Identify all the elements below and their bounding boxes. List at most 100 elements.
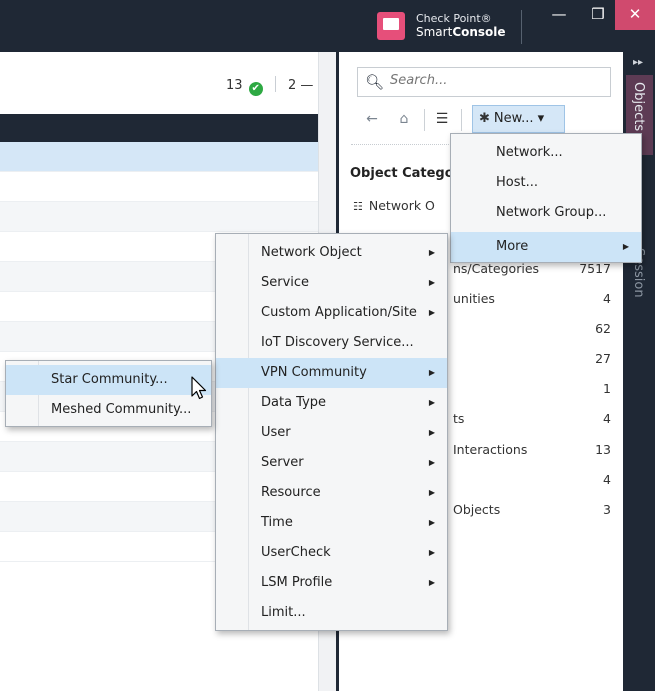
title-bar: Check Point® SmartConsole — ❒ ✕: [0, 0, 655, 52]
back-arrow-icon[interactable]: ←: [360, 106, 384, 132]
count-divider: [274, 76, 276, 92]
category-count: 4: [603, 472, 611, 487]
menu-item-label: VPN Community: [261, 365, 367, 380]
submenu-arrow-icon: ▶: [428, 398, 435, 407]
menu-item-data-type[interactable]: Data Type ▶: [216, 388, 447, 418]
new-button-label: New...: [493, 111, 534, 126]
submenu-arrow-icon: ▶: [428, 368, 435, 377]
menu-item-time[interactable]: Time ▶: [216, 508, 447, 538]
home-icon[interactable]: ⌂: [392, 106, 416, 132]
submenu-arrow-icon: ▶: [622, 242, 629, 251]
submenu-arrow-icon: ▶: [428, 578, 435, 587]
menu-item-iot-discovery[interactable]: IoT Discovery Service...: [216, 328, 447, 358]
menu-item-more[interactable]: More ▶: [451, 232, 641, 262]
menu-item-label: Service: [261, 275, 310, 290]
category-label: Network O: [368, 198, 435, 213]
table-row[interactable]: [0, 142, 318, 172]
category-label: unities: [453, 291, 495, 306]
category-count: 3: [603, 502, 611, 517]
title-divider: [521, 10, 522, 44]
submenu-arrow-icon: ▶: [428, 458, 435, 467]
submenu-arrow-icon: ▶: [428, 428, 435, 437]
brand-logo-block: Check Point® SmartConsole: [375, 10, 525, 44]
brand-product-light: Smart: [416, 25, 453, 39]
menu-item-label: More: [496, 239, 529, 254]
menu-item-label: Server: [261, 455, 304, 470]
submenu-arrow-icon: ▶: [428, 308, 435, 317]
submenu-arrow-icon: ▶: [428, 518, 435, 527]
smartconsole-logo-icon: [377, 12, 405, 40]
brand-company: Check Point®: [416, 12, 492, 25]
menu-item-label: IoT Discovery Service...: [261, 335, 414, 350]
category-label: ns/Categories: [453, 261, 540, 276]
table-row[interactable]: [0, 172, 318, 202]
new-object-button[interactable]: ✱ New... ▾: [472, 105, 565, 133]
menu-item-resource[interactable]: Resource ▶: [216, 478, 447, 508]
menu-item-label: UserCheck: [261, 545, 331, 560]
more-menu: Network Object ▶ Service ▶ Custom Applicat…: [215, 233, 448, 631]
menu-item-service[interactable]: Service ▶: [216, 268, 447, 298]
chevron-down-icon: ▾: [537, 111, 545, 126]
category-count: 7517: [579, 261, 611, 276]
restore-button[interactable]: ❒: [579, 0, 617, 30]
expand-chevron-icon[interactable]: ▸▸: [633, 57, 643, 68]
status-counts: 13 ✔ 2 —: [226, 76, 313, 96]
category-count: 1: [603, 381, 611, 396]
table-row[interactable]: [0, 202, 318, 232]
menu-item-network-object[interactable]: Network Object ▶: [216, 238, 447, 268]
menu-item-label: LSM Profile: [261, 575, 333, 590]
menu-item-lsm-profile[interactable]: LSM Profile ▶: [216, 568, 447, 598]
menu-item-usercheck[interactable]: UserCheck ▶: [216, 538, 447, 568]
submenu-arrow-icon: ▶: [428, 488, 435, 497]
search-box[interactable]: 🔍︎: [357, 67, 611, 97]
toolbar-divider: [461, 109, 462, 131]
menu-item-label: Network Object: [261, 245, 362, 260]
categories-title: Object Categor: [350, 166, 461, 181]
new-menu: Network... Host... Network Group... More…: [450, 133, 642, 263]
search-icon: 🔍︎: [365, 73, 385, 91]
submenu-arrow-icon: ▶: [428, 548, 435, 557]
menu-item-star-community[interactable]: Star Community...: [6, 365, 211, 395]
category-label: ts: [453, 411, 465, 426]
category-count: 27: [595, 351, 611, 366]
close-button[interactable]: ✕: [615, 0, 655, 30]
category-count: 4: [603, 411, 611, 426]
category-label: Objects: [453, 502, 501, 517]
table-header: [0, 114, 318, 142]
minimize-button[interactable]: —: [540, 0, 578, 30]
menu-item-network-group[interactable]: Network Group...: [451, 198, 641, 228]
ok-count: 13: [226, 78, 243, 93]
objects-tab-label: Objects: [631, 82, 646, 132]
category-count: 13: [595, 442, 611, 457]
category-count: 4: [603, 291, 611, 306]
brand-product: SmartConsole: [416, 25, 506, 39]
menu-item-label: Data Type: [261, 395, 327, 410]
menu-item-network[interactable]: Network...: [451, 138, 641, 168]
submenu-arrow-icon: ▶: [428, 248, 435, 257]
mouse-pointer-icon: [191, 376, 207, 400]
warn-count: 2: [287, 78, 297, 93]
brand-product-bold: Console: [452, 25, 506, 39]
menu-item-user[interactable]: User ▶: [216, 418, 447, 448]
menu-item-custom-application[interactable]: Custom Application/Site ▶: [216, 298, 447, 328]
warn-dash-icon: —: [300, 78, 314, 93]
menu-item-label: User: [261, 425, 291, 440]
menu-item-vpn-community[interactable]: VPN Community ▶: [216, 358, 447, 388]
menu-item-meshed-community[interactable]: Meshed Community...: [6, 395, 211, 425]
toolbar-divider: [424, 109, 425, 131]
submenu-arrow-icon: ▶: [428, 278, 435, 287]
category-count: 62: [595, 321, 611, 336]
network-objects-icon: ☷: [353, 200, 363, 213]
menu-item-host[interactable]: Host...: [451, 168, 641, 198]
menu-item-label: Limit...: [261, 605, 306, 620]
new-star-icon: ✱: [479, 111, 490, 126]
ok-check-icon: ✔: [248, 82, 263, 96]
menu-item-label: Time: [261, 515, 293, 530]
menu-item-label: Resource: [261, 485, 321, 500]
list-view-icon[interactable]: ☰: [430, 106, 454, 132]
vpn-community-menu: Star Community... Meshed Community...: [5, 360, 212, 427]
search-input[interactable]: [390, 73, 590, 88]
menu-item-server[interactable]: Server ▶: [216, 448, 447, 478]
menu-item-limit[interactable]: Limit...: [216, 598, 447, 628]
category-label: Interactions: [453, 442, 528, 457]
